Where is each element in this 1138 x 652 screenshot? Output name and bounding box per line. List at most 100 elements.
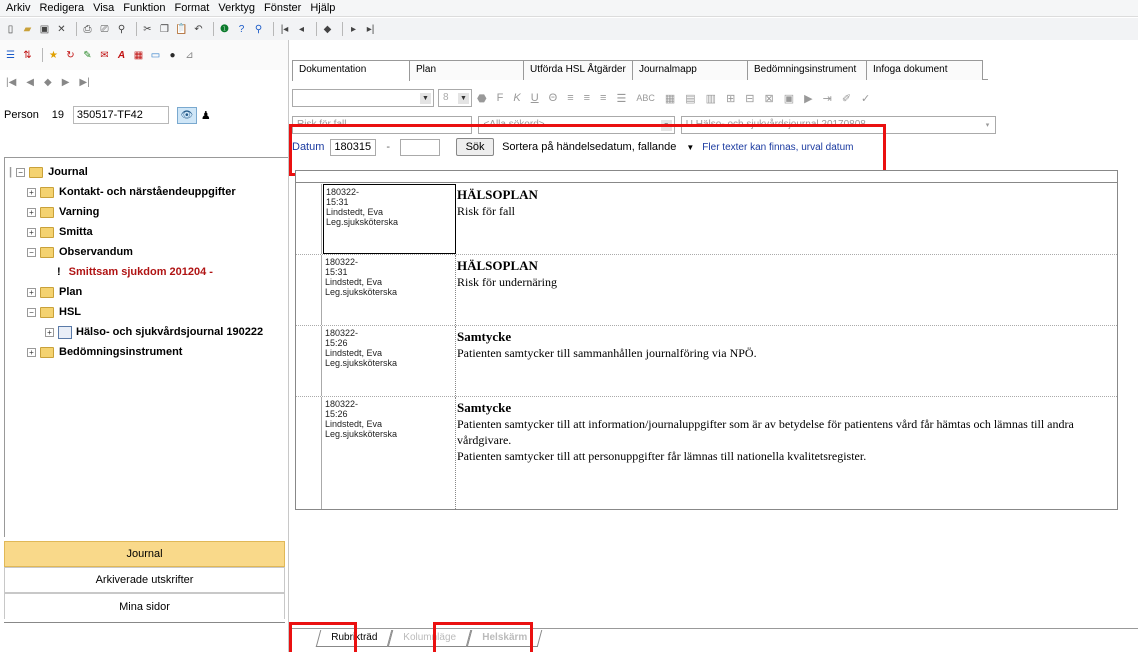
align-right-icon[interactable]: ≡ [600,92,606,104]
align-center-icon[interactable]: ≡ [584,92,590,104]
menu-verktyg[interactable]: Verktyg [218,2,255,14]
paint-icon[interactable]: ⬣ [477,92,487,105]
expand-icon[interactable]: + [27,207,36,217]
tab-journalmapp[interactable]: Journalmapp [632,60,748,80]
person-century[interactable]: 19 [47,109,69,121]
star-icon[interactable]: ★ [47,49,60,62]
expand-icon[interactable]: + [27,227,36,237]
nav-prev-icon[interactable]: ◀ [26,77,34,88]
menu-arkiv[interactable]: Arkiv [6,2,30,14]
open-folder-icon[interactable]: ▰ [21,23,34,36]
journal-button[interactable]: Journal [4,541,285,567]
view-patient-button[interactable]: 👁 [176,106,197,124]
row-gutter[interactable] [296,326,322,396]
insert-image-icon[interactable]: ▤ [685,92,695,105]
archived-prints-button[interactable]: Arkiverade utskrifter [4,567,285,593]
nav-first-icon[interactable]: |◀ [6,77,16,88]
italic-icon[interactable]: K [513,92,520,104]
tree-item[interactable]: + Smitta [5,222,288,242]
save-icon[interactable]: ▣ [38,23,51,36]
insert-table-icon[interactable]: ▦ [665,92,675,105]
strike-icon[interactable]: Θ [549,92,558,104]
new-doc-icon[interactable]: ▯ [4,23,17,36]
undo-icon[interactable]: ↶ [192,23,205,36]
font-size-select[interactable]: 8 ▼ [438,89,472,107]
spellcheck-icon[interactable]: ABC [636,93,655,103]
collapse-icon[interactable]: − [27,247,36,257]
help-icon[interactable]: ? [235,23,248,36]
align-left-icon[interactable]: ≡ [567,92,573,104]
nav-bookmark-icon[interactable]: ◆ [44,77,52,88]
underline-icon[interactable]: U [531,92,539,104]
last-icon[interactable]: ▸| [364,23,377,36]
attach-icon[interactable]: ⊠ [765,92,774,105]
print-preview-icon[interactable]: ⎚ [98,23,111,36]
chart-icon[interactable]: ⊿ [183,49,196,62]
list-icon[interactable]: ☰ [616,92,626,105]
nav-next-icon[interactable]: ▶ [62,77,70,88]
tree-item[interactable]: − HSL [5,302,288,322]
mail-icon[interactable]: ✉ [98,49,111,62]
cut-icon[interactable]: ✂ [141,23,154,36]
brush-icon[interactable]: ✐ [842,92,851,105]
tab-infoga-dokument[interactable]: Infoga dokument [866,60,983,80]
nav-last-icon[interactable]: ▶| [79,77,89,88]
journal-entry[interactable]: 180322- 15:31 Lindstedt, Eva Leg.sjukskö… [296,255,1117,326]
row-gutter[interactable] [296,184,322,254]
font-select[interactable]: ▼ [292,89,434,107]
person-number-field[interactable]: 350517-TF42 [72,106,169,124]
journal-entry[interactable]: 180322- 15:26 Lindstedt, Eva Leg.sjukskö… [296,397,1117,509]
tab-dokumentation[interactable]: Dokumentation [292,60,410,81]
tab-utforda-hsl[interactable]: Utförda HSL Åtgärder [523,60,633,80]
tab-plan[interactable]: Plan [409,60,524,80]
find-icon[interactable]: ⚲ [115,23,128,36]
check-icon[interactable]: ✓ [861,92,870,105]
expand-icon[interactable]: + [27,347,36,357]
collapse-icon[interactable]: − [27,307,36,317]
tree-root[interactable]: | − Journal [5,162,288,182]
font-icon[interactable]: A [115,49,128,62]
circle-icon[interactable]: ● [166,49,179,62]
menu-fonster[interactable]: Fönster [264,2,301,14]
menu-hjalp[interactable]: Hjälp [310,2,335,14]
tree-item-warning[interactable]: ! Smittsam sjukdom 201204 - [5,262,288,282]
journal-entry[interactable]: 180322- 15:31 Lindstedt, Eva Leg.sjukskö… [296,184,1117,255]
next-icon[interactable]: ▸ [347,23,360,36]
refresh-icon[interactable]: ↻ [64,49,77,62]
info-icon[interactable]: ❶ [218,23,231,36]
prev-icon[interactable]: ◂ [295,23,308,36]
template-icon[interactable]: ▥ [706,92,716,105]
list-indent-icon[interactable]: ☰ [4,49,17,62]
monitor-icon[interactable]: ▭ [149,49,162,62]
tree-item[interactable]: + Hälso- och sjukvårdsjournal 190222 [5,322,288,342]
search-icon[interactable]: ⚲ [252,23,265,36]
expand-icon[interactable]: + [27,187,36,197]
expand-icon[interactable]: + [45,327,54,337]
bold-icon[interactable]: F [497,92,504,104]
tree-item[interactable]: + Kontakt- och närståendeuppgifter [5,182,288,202]
signature-icon[interactable]: ⊟ [745,92,754,105]
print-icon[interactable]: ⎙ [81,23,94,36]
row-gutter[interactable] [296,255,322,325]
expand-icon[interactable]: + [27,287,36,297]
person-icon[interactable]: ♟ [201,109,211,122]
row-gutter[interactable] [296,397,322,509]
tab-bedomningsinstrument[interactable]: Bedömningsinstrument [747,60,867,80]
delete-icon[interactable]: ✕ [55,23,68,36]
my-pages-button[interactable]: Mina sidor [4,593,285,619]
tree-item[interactable]: − Observandum [5,242,288,262]
tree-item[interactable]: + Varning [5,202,288,222]
link-icon[interactable]: ⊞ [726,92,735,105]
paste-icon[interactable]: 📋 [175,23,188,36]
menu-funktion[interactable]: Funktion [123,2,165,14]
sort-icon[interactable]: ⇅ [21,49,34,62]
tree-item[interactable]: + Plan [5,282,288,302]
insert-keyword-icon[interactable]: ⇥ [823,92,832,105]
journal-entry[interactable]: 180322- 15:26 Lindstedt, Eva Leg.sjukskö… [296,326,1117,397]
menu-redigera[interactable]: Redigera [39,2,84,14]
menu-visa[interactable]: Visa [93,2,114,14]
save-doc-icon[interactable]: ▣ [784,92,794,105]
play-icon[interactable]: ▶ [804,92,812,105]
menu-format[interactable]: Format [175,2,210,14]
copy-icon[interactable]: ❐ [158,23,171,36]
